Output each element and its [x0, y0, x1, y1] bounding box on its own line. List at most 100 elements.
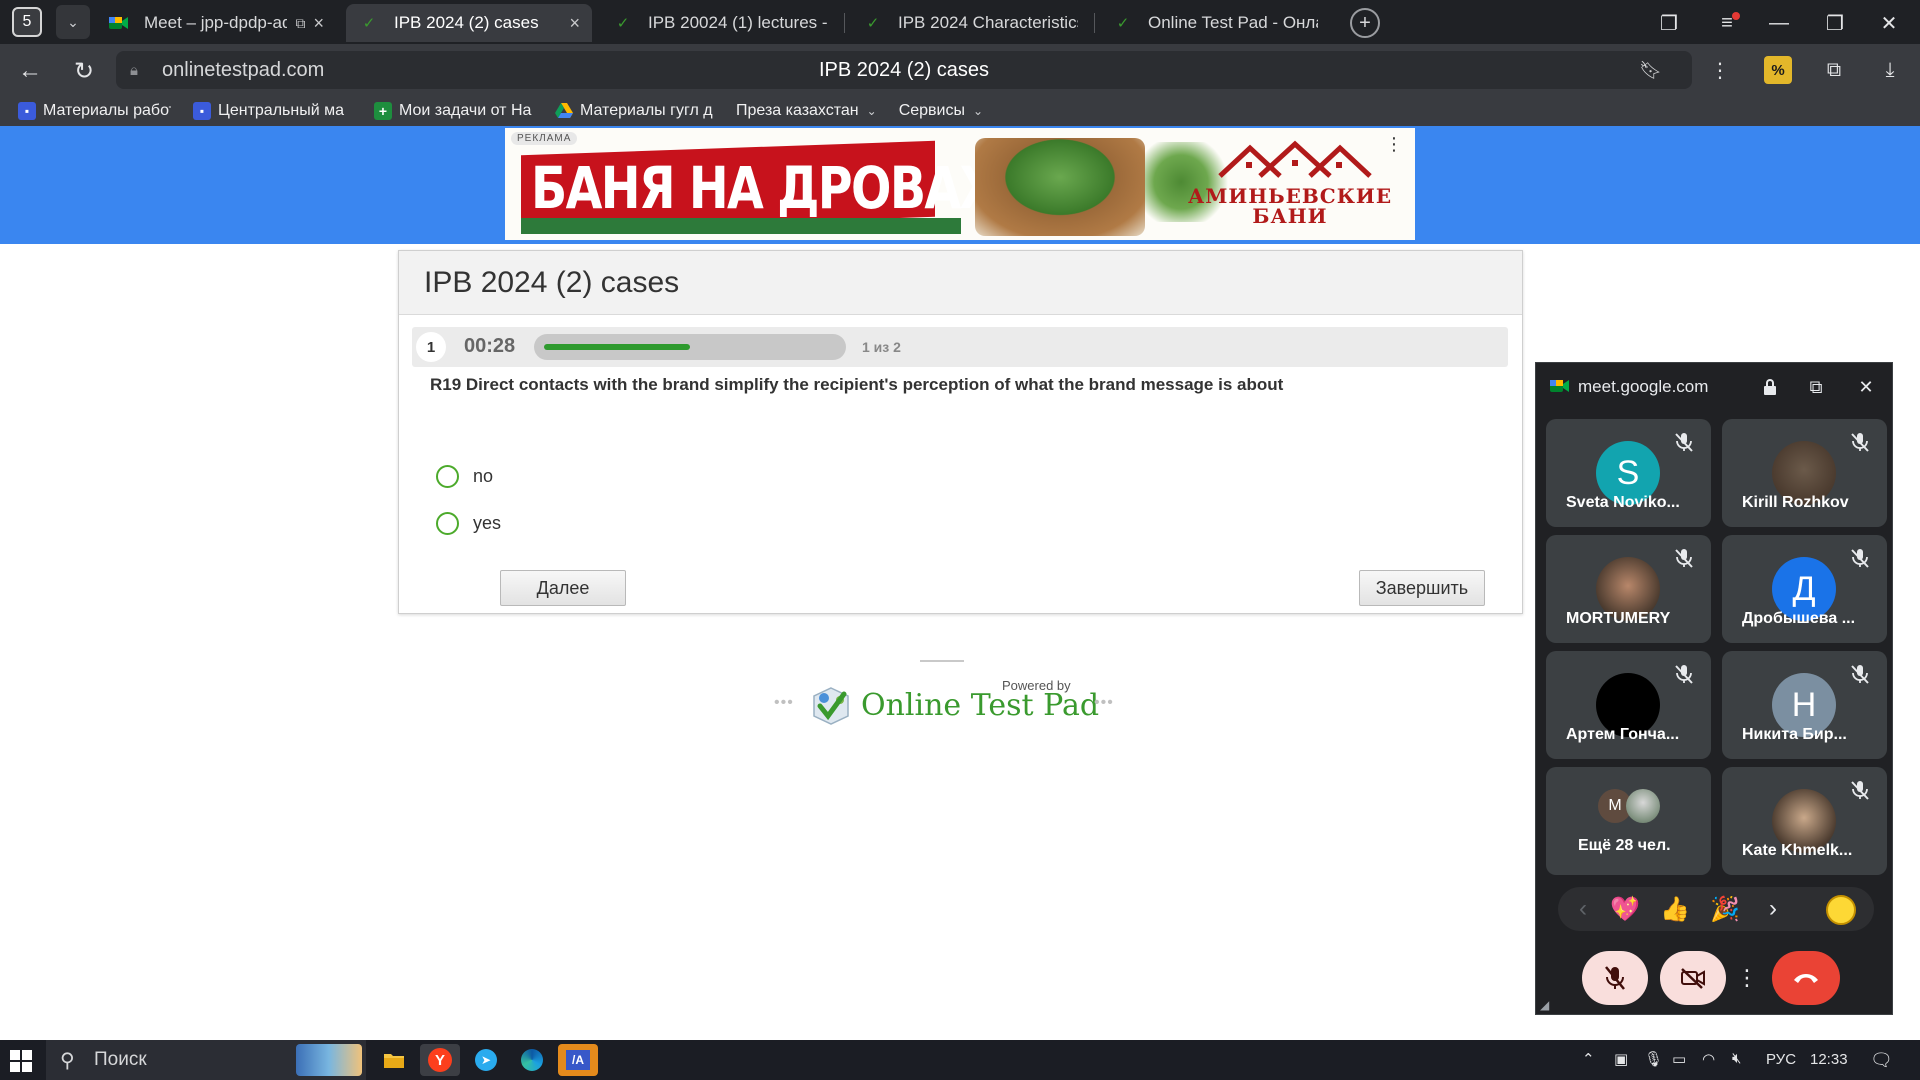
participant-name: Kate Khmelk...	[1742, 842, 1853, 859]
bookmark-icon[interactable]: 🔖︎	[1639, 60, 1662, 81]
meet-pip-window[interactable]: meet.google.com ⧉ ✕ S Sveta Noviko... Kiri…	[1535, 362, 1893, 1015]
edge-browser-icon[interactable]	[512, 1044, 552, 1076]
chevron-right-icon[interactable]: ›	[1758, 895, 1788, 923]
telegram-icon[interactable]: ➤	[466, 1044, 506, 1076]
close-icon[interactable]: ×	[313, 13, 324, 34]
yandex-browser-icon[interactable]: Y	[420, 1044, 460, 1076]
answer-label: yes	[473, 513, 502, 533]
radio-button[interactable]	[436, 465, 459, 488]
new-tab-plus-icon[interactable]: +	[1350, 8, 1380, 38]
answer-option-yes[interactable]: yes	[436, 512, 501, 535]
input-language[interactable]: РУС	[1766, 1051, 1796, 1068]
close-icon[interactable]: ×	[569, 13, 580, 34]
tab-meet[interactable]: Meet – jpp-dpdp-aqs ⧉ ×	[96, 4, 336, 42]
camera-off-icon	[1681, 968, 1705, 989]
leave-call-button[interactable]	[1772, 951, 1840, 1005]
share-window-icon[interactable]: ⧉	[295, 15, 305, 32]
bookmark-item[interactable]: + Мои задачи от На	[374, 102, 533, 120]
wifi-icon[interactable]: ◠	[1702, 1050, 1715, 1068]
ad-label: РЕКЛАМА	[511, 132, 578, 145]
windows-start-icon[interactable]	[10, 1050, 32, 1072]
window-close-icon[interactable]: ✕	[1874, 8, 1904, 38]
bookmark-item[interactable]: Материалы гугл д	[555, 102, 714, 120]
resize-handle[interactable]: ◢	[1540, 998, 1549, 1012]
restore-icon[interactable]: ❐	[1820, 8, 1850, 38]
timer: 00:28	[464, 335, 516, 357]
dots-decoration: •••	[774, 694, 794, 711]
tab-onlinetestpad[interactable]: ✓ Online Test Pad - Онлайн	[1100, 4, 1330, 42]
app-shortcut-icon[interactable]: /A	[558, 1044, 598, 1076]
close-icon[interactable]: ✕	[1854, 375, 1878, 399]
participant-tile[interactable]: S Sveta Noviko...	[1546, 419, 1711, 527]
camera-toggle-button[interactable]	[1660, 951, 1726, 1005]
chevron-up-icon[interactable]: ⌃	[1582, 1050, 1595, 1068]
lock-icon: 🔒︎	[130, 61, 138, 79]
tab-manager-icon[interactable]: ❐	[1654, 8, 1684, 38]
url-field[interactable]: 🔒︎ onlinetestpad.com IPB 2024 (2) cases …	[116, 51, 1692, 89]
reaction-thumbs-up[interactable]: 👍	[1660, 895, 1690, 924]
question-status-bar: 1 00:28 1 из 2	[412, 327, 1508, 367]
reload-icon[interactable]: ↻	[68, 55, 100, 87]
tab-title: IPB 20024 (1) lectures - Pe	[648, 13, 828, 32]
tab-title: Meet – jpp-dpdp-aqs	[144, 13, 288, 32]
back-to-tab-icon[interactable]: ⧉	[1804, 375, 1828, 399]
next-button[interactable]: Далее	[500, 570, 626, 606]
more-vertical-icon[interactable]: ⋮	[1704, 54, 1736, 86]
ad-headline: БАНЯ НА ДРОВАХ	[531, 154, 996, 222]
url-text: onlinetestpad.com	[162, 58, 325, 81]
participant-tile[interactable]: Kirill Rozhkov	[1722, 419, 1887, 527]
taskbar-search[interactable]: ⚲ Поиск	[46, 1040, 366, 1080]
battery-icon[interactable]: ▭	[1672, 1050, 1686, 1068]
bookmark-item[interactable]: ▪ Материалы работ	[18, 102, 171, 120]
tab-characteristics[interactable]: ✓ IPB 2024 Characteristics (	[850, 4, 1090, 42]
progress-bar	[534, 334, 846, 360]
test-title: IPB 2024 (2) cases	[424, 265, 680, 299]
tab-count-badge[interactable]: 5	[12, 7, 42, 37]
google-meet-icon	[1550, 380, 1569, 392]
answer-option-no[interactable]: no	[436, 465, 493, 488]
participant-tile[interactable]: M Ещё 28 чел.	[1546, 767, 1711, 875]
chevron-left-icon[interactable]: ‹	[1568, 895, 1598, 923]
bookmark-folder-preza[interactable]: Преза казахстан ⌄	[736, 102, 877, 120]
collections-icon[interactable]: ⧉	[1818, 54, 1850, 86]
more-vertical-icon[interactable]: ⋮	[1385, 134, 1403, 155]
mic-toggle-button[interactable]	[1582, 951, 1648, 1005]
ad-brand: АМИНЬЕВСКИЕ БАНИ	[1187, 184, 1393, 228]
mic-off-icon	[1849, 779, 1871, 801]
reaction-heart[interactable]: 💖	[1610, 895, 1640, 924]
tab-list-chevron-icon[interactable]: ⌄	[56, 5, 90, 39]
file-explorer-icon[interactable]	[374, 1044, 414, 1076]
tab-active-cases[interactable]: ✓ IPB 2024 (2) cases ×	[346, 4, 592, 42]
tab-title: IPB 2024 Characteristics (	[898, 13, 1078, 32]
device-icon[interactable]: ▣	[1614, 1050, 1628, 1068]
radio-button[interactable]	[436, 512, 459, 535]
bookmark-item[interactable]: ▪ Центральный ма	[193, 102, 352, 120]
reaction-skin-tone-icon[interactable]	[1826, 895, 1856, 925]
participant-tile[interactable]: MORTUMERY	[1546, 535, 1711, 643]
finish-button[interactable]: Завершить	[1359, 570, 1485, 606]
discount-extension-icon[interactable]: %	[1764, 56, 1792, 84]
notifications-icon[interactable]: 🗨︎	[1870, 1050, 1893, 1071]
participant-tile[interactable]: Kate Khmelk...	[1722, 767, 1887, 875]
bookmark-folder-services[interactable]: Сервисы ⌄	[899, 102, 983, 120]
participant-name: Артем Гонча...	[1566, 726, 1680, 743]
participant-tile[interactable]: Д Дробышева ...	[1722, 535, 1887, 643]
mic-off-icon	[1673, 431, 1695, 453]
microphone-icon[interactable]: 🎙︎	[1644, 1050, 1663, 1068]
participant-tile[interactable]: Н Никита Бир...	[1722, 651, 1887, 759]
back-arrow-icon[interactable]: ←	[14, 55, 46, 87]
menu-icon[interactable]: ≡	[1712, 8, 1742, 38]
minimize-icon[interactable]: —	[1764, 8, 1794, 38]
reaction-party[interactable]: 🎉	[1710, 895, 1740, 924]
volume-muted-icon[interactable]: 🔇︎	[1732, 1050, 1741, 1067]
onlinetestpad-icon: ✓	[866, 15, 880, 32]
download-icon[interactable]: ⤓	[1874, 54, 1906, 86]
google-meet-icon	[108, 12, 130, 34]
ad-banner[interactable]: БАНЯ НА ДРОВАХ РЕКЛАМА АМИНЬЕВСКИЕ БАНИ …	[505, 128, 1415, 240]
participant-tile[interactable]: Артем Гонча...	[1546, 651, 1711, 759]
tab-lectures[interactable]: ✓ IPB 20024 (1) lectures - Pe	[600, 4, 840, 42]
more-options-icon[interactable]: ⋮	[1736, 951, 1758, 1005]
powered-by-footer[interactable]: ••• Powered by Online Test Pad •••	[760, 650, 1120, 730]
clock[interactable]: 12:33	[1810, 1051, 1848, 1068]
answer-label: no	[473, 466, 494, 486]
